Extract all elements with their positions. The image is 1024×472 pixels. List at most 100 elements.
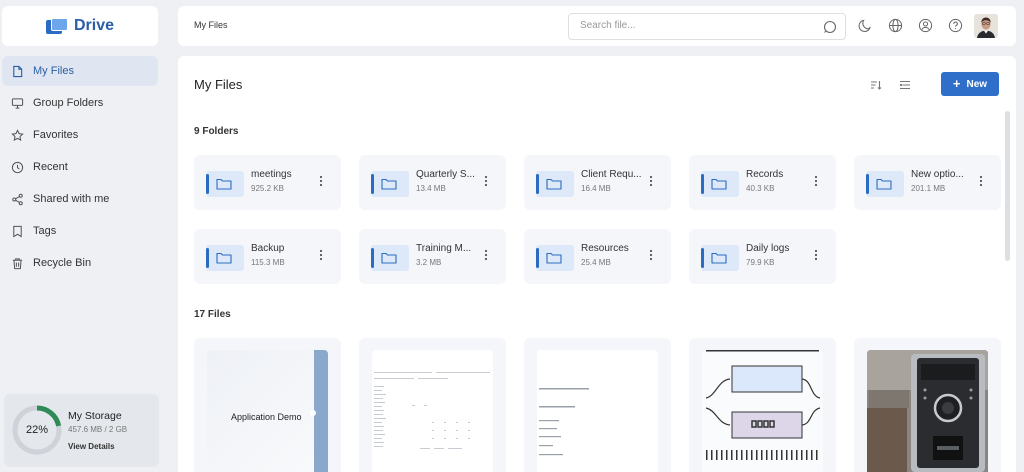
file-card[interactable] xyxy=(854,338,1001,472)
sidebar-item-label: Tags xyxy=(33,225,57,237)
folder-name: Backup xyxy=(251,243,285,254)
file-card[interactable] xyxy=(689,338,836,472)
more-vertical-icon[interactable] xyxy=(481,173,491,189)
folder-icon xyxy=(536,171,574,197)
file-thumbnail: Application Demo xyxy=(207,350,328,472)
thumb-handle xyxy=(310,410,316,416)
storage-title: My Storage xyxy=(68,410,122,422)
share-icon xyxy=(11,193,24,206)
folder-size: 115.3 MB xyxy=(251,258,285,267)
files-heading: 17 Files xyxy=(194,309,231,320)
sort-icon[interactable] xyxy=(869,78,883,92)
file-thumbnail xyxy=(867,350,988,472)
more-vertical-icon[interactable] xyxy=(811,247,821,263)
globe-icon[interactable] xyxy=(888,18,903,33)
sidebar-item-label: Recent xyxy=(33,161,68,173)
search-input[interactable] xyxy=(580,20,800,31)
folder-name: Daily logs xyxy=(746,243,790,254)
sidebar-item-label: Shared with me xyxy=(33,193,110,205)
sidebar-nav: My Files Group Folders Favorites Recent … xyxy=(2,56,158,280)
sidebar: Drive My Files Group Folders Favorites R… xyxy=(0,0,168,472)
file-thumbnail xyxy=(702,350,823,472)
view-details-link[interactable]: View Details xyxy=(68,442,115,451)
folder-card[interactable]: Records 40.3 KB xyxy=(689,155,836,210)
folder-icon xyxy=(371,245,409,271)
more-vertical-icon[interactable] xyxy=(811,173,821,189)
sidebar-item-group-folders[interactable]: Group Folders xyxy=(2,88,158,118)
folder-card[interactable]: Backup 115.3 MB xyxy=(194,229,341,284)
more-vertical-icon[interactable] xyxy=(646,247,656,263)
file-card[interactable]: Application Demo xyxy=(194,338,341,472)
document-preview xyxy=(539,388,589,456)
folder-size: 40.3 KB xyxy=(746,184,775,193)
folder-name: Client Requ... xyxy=(581,169,642,180)
storage-widget: 22% My Storage 457.6 MB / 2 GB View Deta… xyxy=(4,394,159,467)
file-card[interactable] xyxy=(524,338,671,472)
sidebar-item-shared-with-me[interactable]: Shared with me xyxy=(2,184,158,214)
folder-size: 25.4 MB xyxy=(581,258,611,267)
sidebar-item-recent[interactable]: Recent xyxy=(2,152,158,182)
sidebar-item-label: Recycle Bin xyxy=(33,257,92,269)
folder-card[interactable]: Quarterly S... 13.4 MB xyxy=(359,155,506,210)
folder-size: 16.4 MB xyxy=(581,184,611,193)
drive-logo-icon xyxy=(45,18,68,34)
more-vertical-icon[interactable] xyxy=(481,247,491,263)
more-vertical-icon[interactable] xyxy=(316,247,326,263)
folder-card[interactable]: meetings 925.2 KB xyxy=(194,155,341,210)
folder-icon xyxy=(701,171,739,197)
more-vertical-icon[interactable] xyxy=(646,173,656,189)
plus-icon: + xyxy=(952,76,961,91)
moon-icon[interactable] xyxy=(858,18,873,33)
folder-size: 3.2 MB xyxy=(416,258,442,267)
file-thumb-title: Application Demo xyxy=(231,412,302,422)
help-icon[interactable] xyxy=(948,18,963,33)
search-box[interactable] xyxy=(568,13,846,40)
clock-icon xyxy=(11,161,24,174)
trash-icon xyxy=(11,257,24,270)
folder-card[interactable]: Training M... 3.2 MB xyxy=(359,229,506,284)
folder-name: Training M... xyxy=(416,243,472,254)
folder-card[interactable]: Resources 25.4 MB xyxy=(524,229,671,284)
folder-icon xyxy=(701,245,739,271)
top-header: My Files xyxy=(178,6,1016,46)
sidebar-item-label: My Files xyxy=(33,65,74,77)
thumb-side-bar xyxy=(314,350,328,472)
spreadsheet-preview xyxy=(374,372,490,449)
more-vertical-icon[interactable] xyxy=(976,173,986,189)
folder-size: 79.9 KB xyxy=(746,258,775,267)
new-button-label: New xyxy=(966,78,988,90)
folder-icon xyxy=(206,245,244,271)
folder-name: Records xyxy=(746,169,784,180)
sidebar-item-tags[interactable]: Tags xyxy=(2,216,158,246)
folder-name: Resources xyxy=(581,243,629,254)
folder-size: 925.2 KB xyxy=(251,184,284,193)
folder-size: 201.1 MB xyxy=(911,184,946,193)
folder-name: New optio... xyxy=(911,169,964,180)
more-vertical-icon[interactable] xyxy=(316,173,326,189)
sidebar-item-label: Favorites xyxy=(33,129,79,141)
app-logo[interactable]: Drive xyxy=(2,6,158,46)
folder-card[interactable]: New optio... 201.1 MB xyxy=(854,155,1001,210)
file-card[interactable] xyxy=(359,338,506,472)
diagram-preview xyxy=(705,350,821,460)
folder-card[interactable]: Daily logs 79.9 KB xyxy=(689,229,836,284)
scrollbar[interactable] xyxy=(1005,111,1010,261)
folder-card[interactable]: Client Requ... 16.4 MB xyxy=(524,155,671,210)
search-icon[interactable] xyxy=(823,20,837,34)
folder-icon xyxy=(536,245,574,271)
folder-icon xyxy=(866,171,904,197)
filter-list-icon[interactable] xyxy=(898,78,912,92)
sidebar-item-favorites[interactable]: Favorites xyxy=(2,120,158,150)
file-thumbnail xyxy=(372,350,493,472)
file-thumbnail xyxy=(537,350,658,472)
sidebar-item-recycle-bin[interactable]: Recycle Bin xyxy=(2,248,158,278)
app-name: Drive xyxy=(73,17,115,34)
new-button[interactable]: + New xyxy=(941,72,999,96)
breadcrumb[interactable]: My Files xyxy=(194,20,228,30)
folder-icon xyxy=(206,171,244,197)
user-icon[interactable] xyxy=(918,18,933,33)
sidebar-item-my-files[interactable]: My Files xyxy=(2,56,158,86)
avatar[interactable] xyxy=(974,14,998,38)
folders-heading: 9 Folders xyxy=(194,126,239,137)
folder-size: 13.4 MB xyxy=(416,184,446,193)
